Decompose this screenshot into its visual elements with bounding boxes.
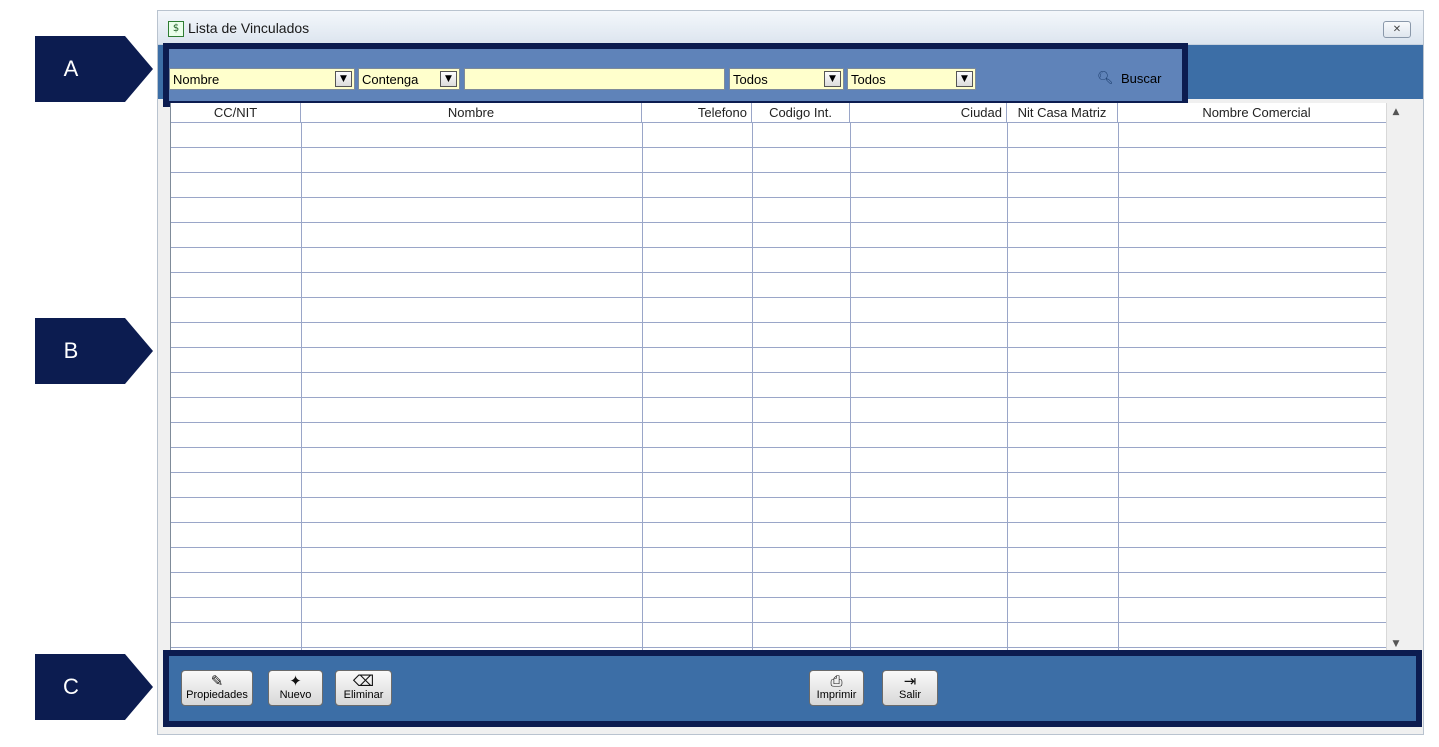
column-header[interactable]: Nombre	[301, 103, 642, 123]
table-row[interactable]	[171, 398, 1396, 423]
eliminar-button[interactable]: ⌫ Eliminar	[335, 670, 392, 706]
filter1-select[interactable]: Todos ▼	[729, 68, 844, 90]
eliminar-label: Eliminar	[343, 689, 384, 701]
exit-door-icon: ⇥	[903, 672, 917, 690]
table-row[interactable]	[171, 173, 1396, 198]
table-row[interactable]	[171, 498, 1396, 523]
field-select[interactable]: Nombre ▼	[169, 68, 355, 90]
chevron-down-icon[interactable]: ▼	[440, 71, 457, 87]
column-header[interactable]: Nombre Comercial	[1118, 103, 1396, 123]
column-header[interactable]: Ciudad	[850, 103, 1007, 123]
scroll-up-icon[interactable]: ▲	[1387, 103, 1405, 121]
search-button[interactable]: 🔍︎ Buscar	[1097, 67, 1177, 91]
callout-a-label: A	[63, 56, 79, 81]
field-select-value: Nombre	[173, 72, 220, 87]
callout-c: C	[35, 654, 153, 720]
callout-b: B	[35, 318, 153, 384]
table-row[interactable]	[171, 198, 1396, 223]
nuevo-button[interactable]: ✦ Nuevo	[268, 670, 323, 706]
propiedades-button[interactable]: ✎ Propiedades	[181, 670, 253, 706]
filter-panel: Nombre ▼ Contenga ▼ Todos ▼ Todos ▼ 🔍︎ B…	[163, 43, 1188, 107]
table-row[interactable]	[171, 123, 1396, 148]
table-row[interactable]	[171, 248, 1396, 273]
column-header[interactable]: Nit Casa Matriz	[1007, 103, 1118, 123]
app-icon: $	[168, 21, 184, 37]
callout-a: A	[35, 36, 153, 102]
table-row[interactable]	[171, 373, 1396, 398]
action-bar: ✎ Propiedades ✦ Nuevo ⌫ Eliminar ⎙ Impri…	[163, 650, 1422, 727]
filter2-select-value: Todos	[851, 72, 886, 87]
column-header[interactable]: Telefono	[642, 103, 752, 123]
search-input[interactable]	[464, 68, 725, 90]
propiedades-label: Propiedades	[186, 689, 248, 701]
results-grid[interactable]: CC/NIT Nombre Telefono Codigo Int. Ciuda…	[170, 103, 1397, 653]
search-button-label: Buscar	[1121, 71, 1162, 86]
table-row[interactable]	[171, 423, 1396, 448]
search-icon: 🔍︎	[1097, 71, 1114, 86]
title-bar: $ Lista de Vinculados ✕	[158, 11, 1423, 45]
table-row[interactable]	[171, 548, 1396, 573]
table-row[interactable]	[171, 323, 1396, 348]
grid-body[interactable]	[171, 123, 1397, 653]
imprimir-label: Imprimir	[816, 689, 857, 701]
callout-b-label: B	[63, 338, 79, 363]
table-row[interactable]	[171, 223, 1396, 248]
chevron-down-icon[interactable]: ▼	[824, 71, 841, 87]
chevron-down-icon[interactable]: ▼	[335, 71, 352, 87]
column-header[interactable]: CC/NIT	[171, 103, 301, 123]
column-header[interactable]: Codigo Int.	[752, 103, 850, 123]
properties-icon: ✎	[210, 672, 224, 690]
grid-header: CC/NIT Nombre Telefono Codigo Int. Ciuda…	[171, 103, 1396, 123]
vertical-scrollbar[interactable]: ▲ ▼	[1386, 103, 1404, 653]
table-row[interactable]	[171, 148, 1396, 173]
printer-icon: ⎙	[830, 672, 843, 690]
salir-label: Salir	[898, 689, 921, 701]
table-row[interactable]	[171, 523, 1396, 548]
window-title: Lista de Vinculados	[188, 20, 310, 36]
table-row[interactable]	[171, 298, 1396, 323]
eraser-icon: ⌫	[352, 672, 375, 690]
chevron-down-icon[interactable]: ▼	[956, 71, 973, 87]
table-row[interactable]	[171, 473, 1396, 498]
table-row[interactable]	[171, 348, 1396, 373]
new-document-icon: ✦	[289, 672, 302, 690]
table-row[interactable]	[171, 573, 1396, 598]
operator-select-value: Contenga	[362, 72, 419, 87]
salir-button[interactable]: ⇥ Salir	[882, 670, 938, 706]
imprimir-button[interactable]: ⎙ Imprimir	[809, 670, 864, 706]
table-row[interactable]	[171, 598, 1396, 623]
filter2-select[interactable]: Todos ▼	[847, 68, 976, 90]
operator-select[interactable]: Contenga ▼	[358, 68, 460, 90]
nuevo-label: Nuevo	[279, 689, 312, 701]
table-row[interactable]	[171, 623, 1396, 648]
filter1-select-value: Todos	[733, 72, 768, 87]
close-button[interactable]: ✕	[1383, 21, 1411, 38]
vinculados-window: $ Lista de Vinculados ✕ Nombre ▼ Conteng…	[157, 10, 1424, 735]
table-row[interactable]	[171, 448, 1396, 473]
table-row[interactable]	[171, 273, 1396, 298]
callout-c-label: C	[63, 674, 79, 699]
